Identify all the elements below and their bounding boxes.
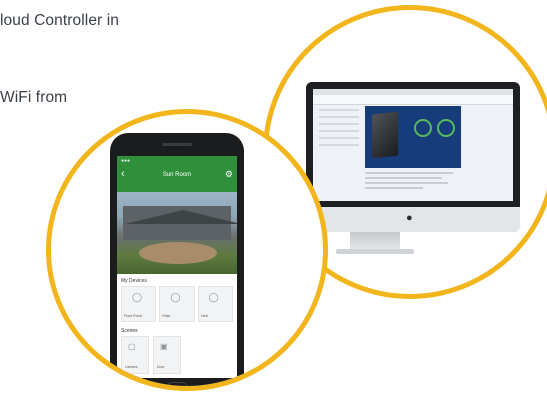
status-ring-icon — [437, 119, 455, 137]
device-label: Yard — [200, 314, 208, 318]
app-header: ●●● ‹ Sun Room ⚙ — [117, 156, 237, 192]
gear-icon[interactable]: ⚙ — [225, 170, 233, 179]
monitor-stand-neck — [350, 232, 400, 250]
monitor-bezel — [306, 82, 520, 207]
scenes-section-title: Scenes — [121, 328, 138, 334]
dashboard-text-block — [365, 172, 461, 196]
device-tile[interactable]: ◯ Yard — [197, 286, 233, 322]
scene-list: ▢ Camera ▣ Door — [121, 336, 181, 374]
apple-logo-icon: ● — [406, 212, 413, 224]
status-bar: ●●● — [121, 158, 131, 164]
monitor-chin — [306, 207, 520, 232]
intro-text-line-1: loud Controller in — [0, 12, 119, 29]
bulb-icon: ◯ — [132, 292, 143, 302]
monitor-stand-foot — [336, 249, 414, 254]
phone-speaker — [162, 143, 192, 146]
scene-card[interactable]: ▢ Camera — [121, 336, 149, 374]
device-label: Patio — [162, 314, 171, 318]
devices-section-title: My Devices — [121, 278, 147, 284]
camera-icon: ▢ — [128, 342, 136, 351]
device-tile[interactable]: ◯ Patio — [159, 286, 195, 322]
scene-card[interactable]: ▣ Door — [153, 336, 181, 374]
device-label: Front Porch — [124, 314, 143, 318]
scene-label: Camera — [125, 365, 138, 369]
dashboard-sidebar — [319, 109, 359, 189]
home-button[interactable] — [166, 382, 188, 386]
app-header-title: Sun Room — [162, 172, 192, 178]
browser-tab-strip — [313, 95, 513, 105]
intro-text-line-2: WiFi from — [0, 89, 68, 106]
mobile-circle: ●●● ‹ Sun Room ⚙ My Devices ◯ Front Porc… — [46, 109, 328, 391]
device-tile[interactable]: ◯ Front Porch — [121, 286, 157, 322]
status-ring-icon — [414, 119, 432, 137]
bulb-icon: ◯ — [170, 292, 181, 302]
phone-screen: ●●● ‹ Sun Room ⚙ My Devices ◯ Front Porc… — [117, 156, 237, 378]
imac-monitor: ● — [306, 82, 520, 232]
backyard-photo — [117, 192, 237, 274]
scene-label: Door — [157, 365, 165, 369]
dashboard-screen — [313, 89, 513, 201]
smartphone: ●●● ‹ Sun Room ⚙ My Devices ◯ Front Porc… — [110, 133, 244, 386]
device-list: ◯ Front Porch ◯ Patio ◯ Yard — [121, 286, 233, 322]
bulb-icon: ◯ — [208, 292, 219, 302]
patio-image — [139, 242, 217, 264]
lock-icon: ▣ — [160, 342, 168, 351]
controller-device-image — [372, 111, 398, 159]
house-image — [123, 206, 237, 240]
